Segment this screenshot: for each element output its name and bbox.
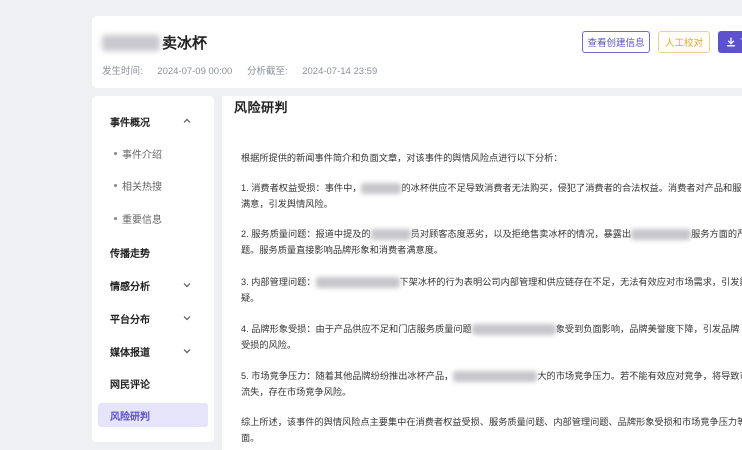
sidebar-item-important-info[interactable]: 重要信息 [92, 206, 214, 230]
sidebar: 事件概况 事件介绍 相关热搜 重要信息 传播走势 情感分析 平台分布 媒体报道 … [92, 96, 214, 442]
redacted-text [370, 229, 411, 241]
sidebar-item-event-intro[interactable]: 事件介绍 [92, 141, 214, 165]
event-header: 卖冰杯 发生时间: 2024-07-09 00:00 分析截至: 2024-07… [92, 16, 742, 88]
manual-review-button[interactable]: 人工校对 [658, 31, 710, 53]
intro-paragraph: 根据所提供的新闻事件简介和负面文章，对该事件的舆情风险点进行以下分析： [241, 153, 563, 163]
risk-analysis-panel: 风险研判 根据所提供的新闻事件简介和负面文章，对该事件的舆情风险点进行以下分析：… [222, 96, 742, 450]
sidebar-item-event-overview[interactable]: 事件概况 [92, 109, 214, 133]
event-title-row: 卖冰杯 [102, 32, 207, 53]
sidebar-item-comments[interactable]: 网民评论 [92, 371, 214, 395]
section-title: 风险研判 [234, 100, 289, 115]
occurred-time: 发生时间: 2024-07-09 00:00 [102, 66, 233, 77]
sidebar-item-media[interactable]: 媒体报道 [92, 339, 214, 363]
chevron-down-icon [183, 316, 191, 321]
summary-paragraph: 综上所述，该事件的舆情风险点主要集中在消费者权益受损、服务质量问题、内部管理问题… [241, 417, 742, 443]
risk-point-1: 1. 消费者权益受损：事件中， 的冰杯供应不足导致消费者无法购买，侵犯了消费者的合… [241, 183, 742, 209]
event-meta: 发生时间: 2024-07-09 00:00 分析截至: 2024-07-14 … [102, 63, 377, 77]
analysis-time: 分析截至: 2024-07-14 23:59 [246, 66, 378, 77]
chevron-up-icon [183, 118, 191, 123]
redacted-text [631, 229, 692, 241]
view-creation-info-button[interactable]: 查看创建信息 [582, 31, 650, 53]
redacted-text [453, 371, 538, 383]
download-button[interactable]: 下 [718, 31, 742, 53]
bullet-icon [114, 183, 117, 187]
risk-point-5: 5. 市场竞争压力：随着其他品牌纷纷推出冰杯产品， 大的市场竞争压力。若不能有效应… [241, 371, 742, 397]
sidebar-item-platform[interactable]: 平台分布 [92, 306, 214, 330]
redacted-brand [102, 34, 160, 51]
chevron-down-icon [183, 283, 191, 288]
bullet-icon [114, 151, 117, 155]
sidebar-item-risk[interactable]: 风险研判 [98, 403, 208, 427]
redacted-text [315, 277, 400, 289]
download-icon [726, 37, 736, 47]
bullet-icon [114, 216, 117, 220]
risk-point-3: 3. 内部管理问题： 下架冰杯的行为表明公司内部管理和供应链存在不足，无法有效应对… [241, 277, 742, 303]
redacted-text [471, 324, 556, 336]
sidebar-item-spread-trend[interactable]: 传播走势 [92, 240, 214, 264]
sidebar-item-sentiment[interactable]: 情感分析 [92, 273, 214, 297]
event-title: 卖冰杯 [162, 35, 208, 52]
risk-point-2: 2. 服务质量问题：报道中提及的 员对顾客态度恶劣，以及拒绝售卖冰杯的情况，暴露出… [241, 229, 742, 255]
risk-point-4: 4. 品牌形象受损：由于产品供应不足和门店服务质量问题 象受到负面影响，品牌美誉度… [241, 324, 740, 350]
sidebar-item-hot-search[interactable]: 相关热搜 [92, 173, 214, 197]
redacted-text [361, 183, 402, 195]
chevron-down-icon [183, 349, 191, 354]
